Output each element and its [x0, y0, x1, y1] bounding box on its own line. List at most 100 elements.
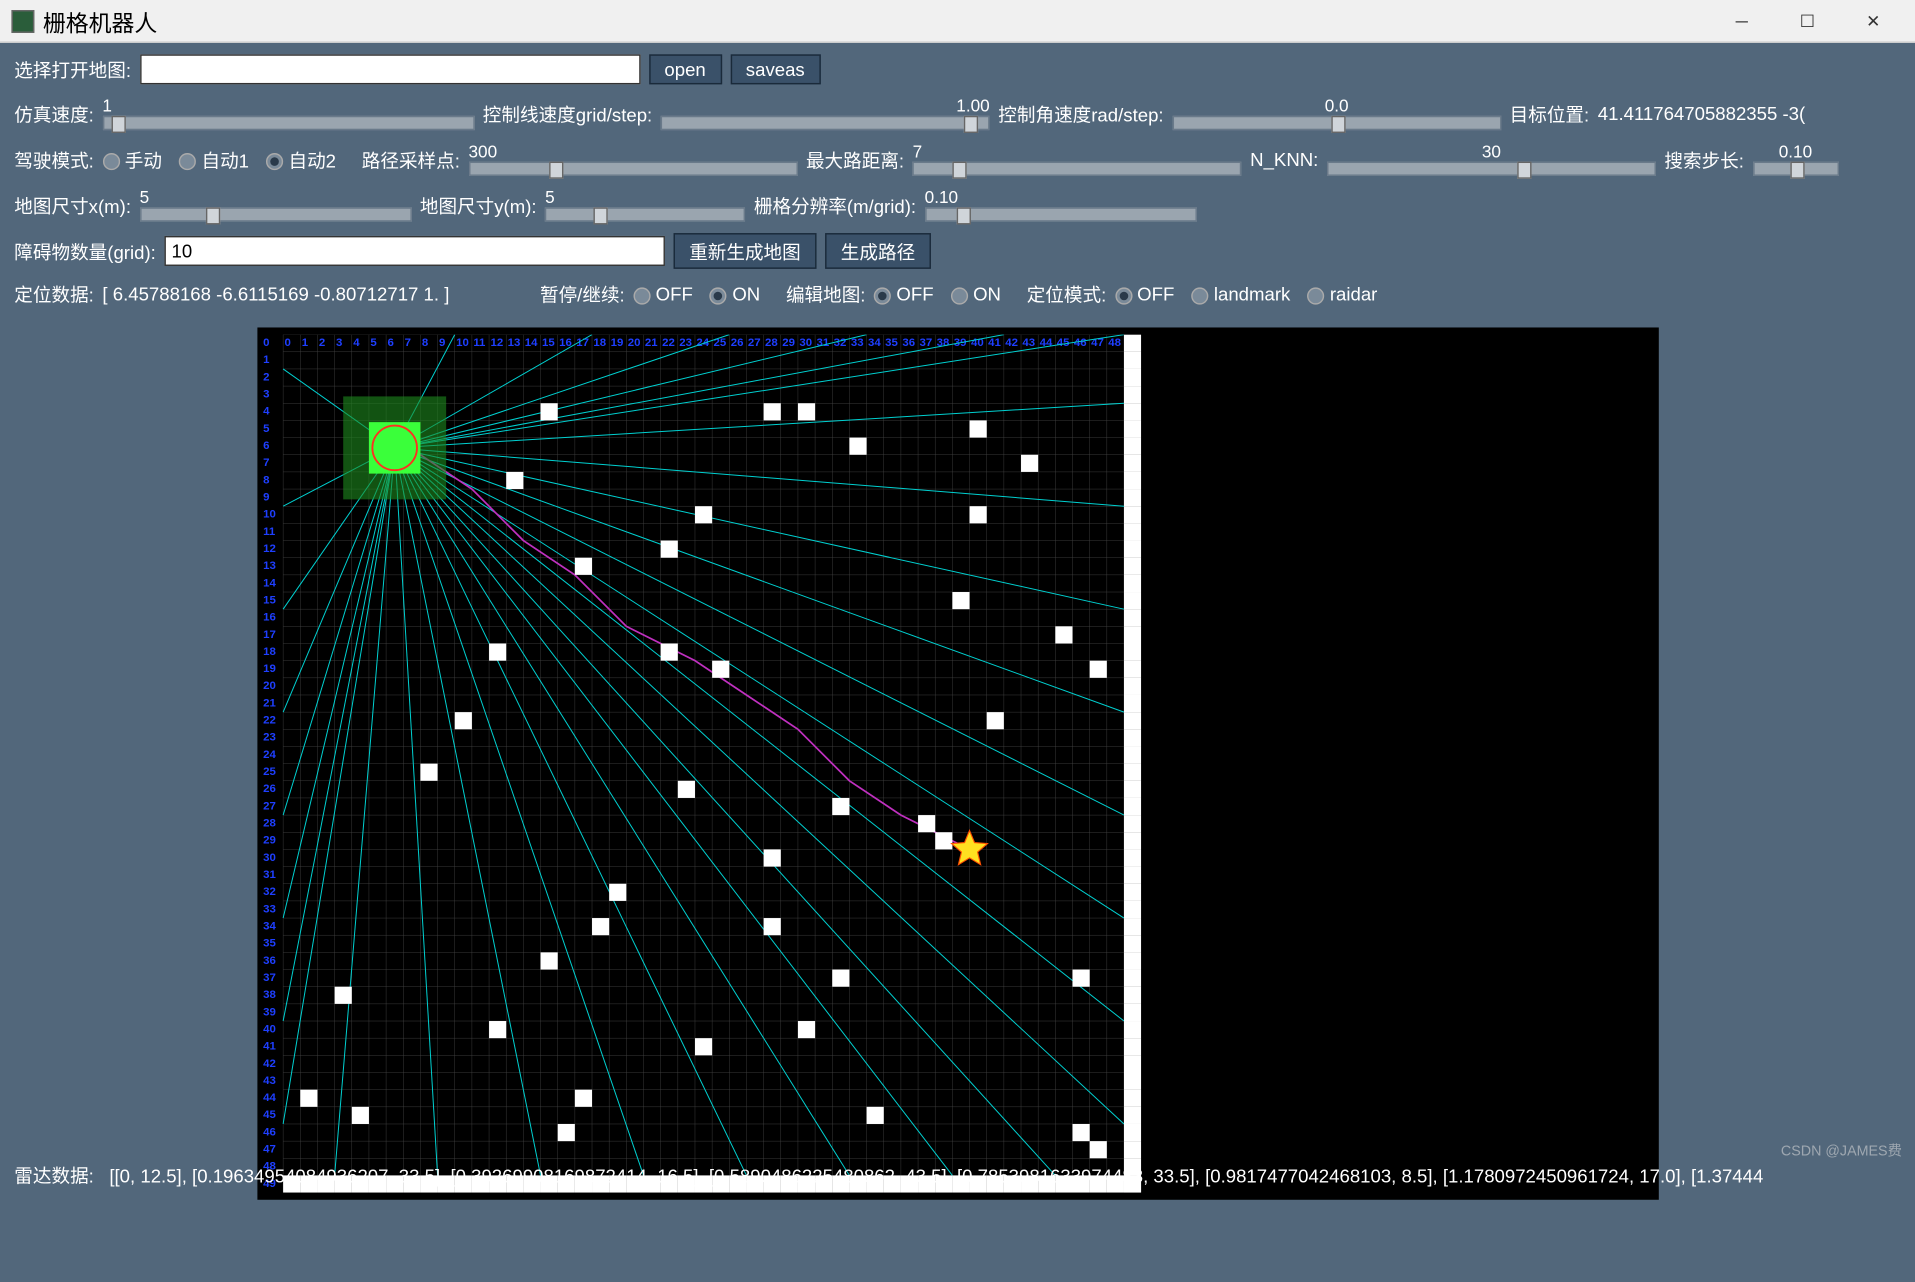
- svg-text:20: 20: [628, 337, 641, 349]
- svg-text:35: 35: [885, 337, 898, 349]
- svg-text:18: 18: [593, 337, 606, 349]
- svg-text:11: 11: [263, 526, 276, 538]
- svg-text:8: 8: [263, 474, 270, 486]
- svg-text:32: 32: [834, 337, 847, 349]
- svg-text:27: 27: [748, 337, 761, 349]
- svg-text:22: 22: [662, 337, 675, 349]
- search-step-slider[interactable]: 0.10: [1753, 142, 1839, 176]
- loc-data-value: [ 6.45788168 -6.6115169 -0.80712717 1. ]: [102, 283, 531, 304]
- nknn-label: N_KNN:: [1250, 148, 1318, 169]
- svg-text:8: 8: [422, 337, 429, 349]
- radio-OFF[interactable]: [633, 287, 650, 304]
- gen-path-button[interactable]: 生成路径: [825, 233, 931, 269]
- svg-text:22: 22: [263, 715, 276, 727]
- saveas-button[interactable]: saveas: [730, 54, 820, 84]
- search-step-label: 搜索步长:: [1664, 145, 1744, 172]
- svg-text:32: 32: [263, 886, 276, 898]
- obstacle-count-input[interactable]: [164, 236, 664, 266]
- svg-text:7: 7: [263, 457, 269, 469]
- svg-text:2: 2: [263, 371, 269, 383]
- maxdist-label: 最大路距离:: [806, 145, 904, 172]
- samples-label: 路径采样点:: [362, 145, 460, 172]
- radio-自动1[interactable]: [179, 153, 196, 170]
- svg-text:43: 43: [1022, 337, 1035, 349]
- svg-text:41: 41: [988, 337, 1001, 349]
- map-path-input[interactable]: [140, 54, 640, 84]
- editmap-label: 编辑地图:: [786, 280, 866, 307]
- samples-slider[interactable]: 300: [468, 142, 797, 176]
- svg-text:10: 10: [456, 337, 469, 349]
- maxdist-slider[interactable]: 7: [913, 142, 1242, 176]
- svg-text:10: 10: [263, 509, 276, 521]
- target-value: 41.411764705882355 -3(: [1598, 102, 1805, 123]
- svg-text:9: 9: [439, 337, 445, 349]
- radio-OFF[interactable]: [1115, 287, 1132, 304]
- nknn-slider[interactable]: 30: [1327, 142, 1656, 176]
- maximize-button[interactable]: ☐: [1776, 1, 1839, 41]
- ctrl-ang-slider[interactable]: 0.0: [1172, 96, 1501, 130]
- svg-text:47: 47: [263, 1144, 276, 1156]
- target-label: 目标位置:: [1510, 99, 1590, 126]
- watermark: CSDN @JAMES费: [1781, 1138, 1902, 1159]
- svg-text:23: 23: [679, 337, 692, 349]
- pause-label: 暂停/继续:: [540, 280, 625, 307]
- svg-text:1: 1: [302, 337, 309, 349]
- radio-自动2[interactable]: [266, 153, 283, 170]
- svg-text:38: 38: [937, 337, 950, 349]
- svg-text:4: 4: [263, 406, 270, 418]
- svg-text:2: 2: [319, 337, 325, 349]
- svg-text:33: 33: [851, 337, 864, 349]
- ctrl-ang-label: 控制角速度rad/step:: [998, 99, 1163, 126]
- sim-speed-slider[interactable]: 1: [102, 96, 474, 130]
- svg-text:19: 19: [611, 337, 624, 349]
- mapx-label: 地图尺寸x(m):: [14, 191, 131, 218]
- radio-ON[interactable]: [951, 287, 968, 304]
- editmap-radios: OFF ON: [874, 283, 1018, 304]
- radio-ON[interactable]: [710, 287, 727, 304]
- svg-text:37: 37: [919, 337, 932, 349]
- svg-text:18: 18: [263, 646, 276, 658]
- svg-text:33: 33: [263, 903, 276, 915]
- radio-label-OFF: OFF: [656, 283, 693, 304]
- mapx-slider[interactable]: 5: [140, 187, 412, 221]
- regen-map-button[interactable]: 重新生成地图: [673, 233, 816, 269]
- app-icon: [11, 9, 34, 32]
- svg-text:25: 25: [263, 766, 276, 778]
- mapy-slider[interactable]: 5: [545, 187, 745, 221]
- svg-text:3: 3: [336, 337, 342, 349]
- svg-text:36: 36: [263, 955, 276, 967]
- mapy-label: 地图尺寸y(m):: [420, 191, 537, 218]
- svg-text:45: 45: [263, 1109, 276, 1121]
- radar-data-label: 雷达数据:: [14, 1165, 94, 1186]
- svg-text:31: 31: [817, 337, 830, 349]
- svg-text:17: 17: [263, 629, 276, 641]
- radio-label-自动1: 自动1: [201, 149, 249, 170]
- svg-text:11: 11: [473, 337, 486, 349]
- svg-text:3: 3: [263, 389, 269, 401]
- svg-text:21: 21: [645, 337, 658, 349]
- radio-label-raidar: raidar: [1330, 283, 1378, 304]
- minimize-button[interactable]: ─: [1710, 1, 1773, 41]
- title-bar: 栅格机器人 ─ ☐ ✕: [0, 0, 1915, 43]
- radio-label-OFF: OFF: [1137, 283, 1174, 304]
- drive-mode-label: 驾驶模式:: [14, 145, 94, 172]
- grid-canvas[interactable]: 0011223344556677889910101111121213131414…: [257, 327, 1658, 1199]
- close-button[interactable]: ✕: [1842, 1, 1905, 41]
- ctrl-lin-slider[interactable]: 1.00: [661, 96, 990, 130]
- open-button[interactable]: open: [649, 54, 722, 84]
- radio-raidar[interactable]: [1307, 287, 1324, 304]
- locmode-label: 定位模式:: [1027, 280, 1107, 307]
- svg-text:46: 46: [1074, 337, 1087, 349]
- resolution-slider[interactable]: 0.10: [925, 187, 1197, 221]
- svg-text:41: 41: [263, 1041, 276, 1053]
- radio-手动[interactable]: [102, 153, 119, 170]
- radio-label-ON: ON: [973, 283, 1001, 304]
- radio-label-自动2: 自动2: [289, 149, 337, 170]
- loc-data-label: 定位数据:: [14, 280, 94, 307]
- radio-OFF[interactable]: [874, 287, 891, 304]
- svg-text:31: 31: [263, 869, 276, 881]
- svg-text:14: 14: [263, 577, 276, 589]
- svg-text:26: 26: [263, 783, 276, 795]
- radio-landmark[interactable]: [1192, 287, 1209, 304]
- resolution-label: 栅格分辨率(m/grid):: [754, 191, 916, 218]
